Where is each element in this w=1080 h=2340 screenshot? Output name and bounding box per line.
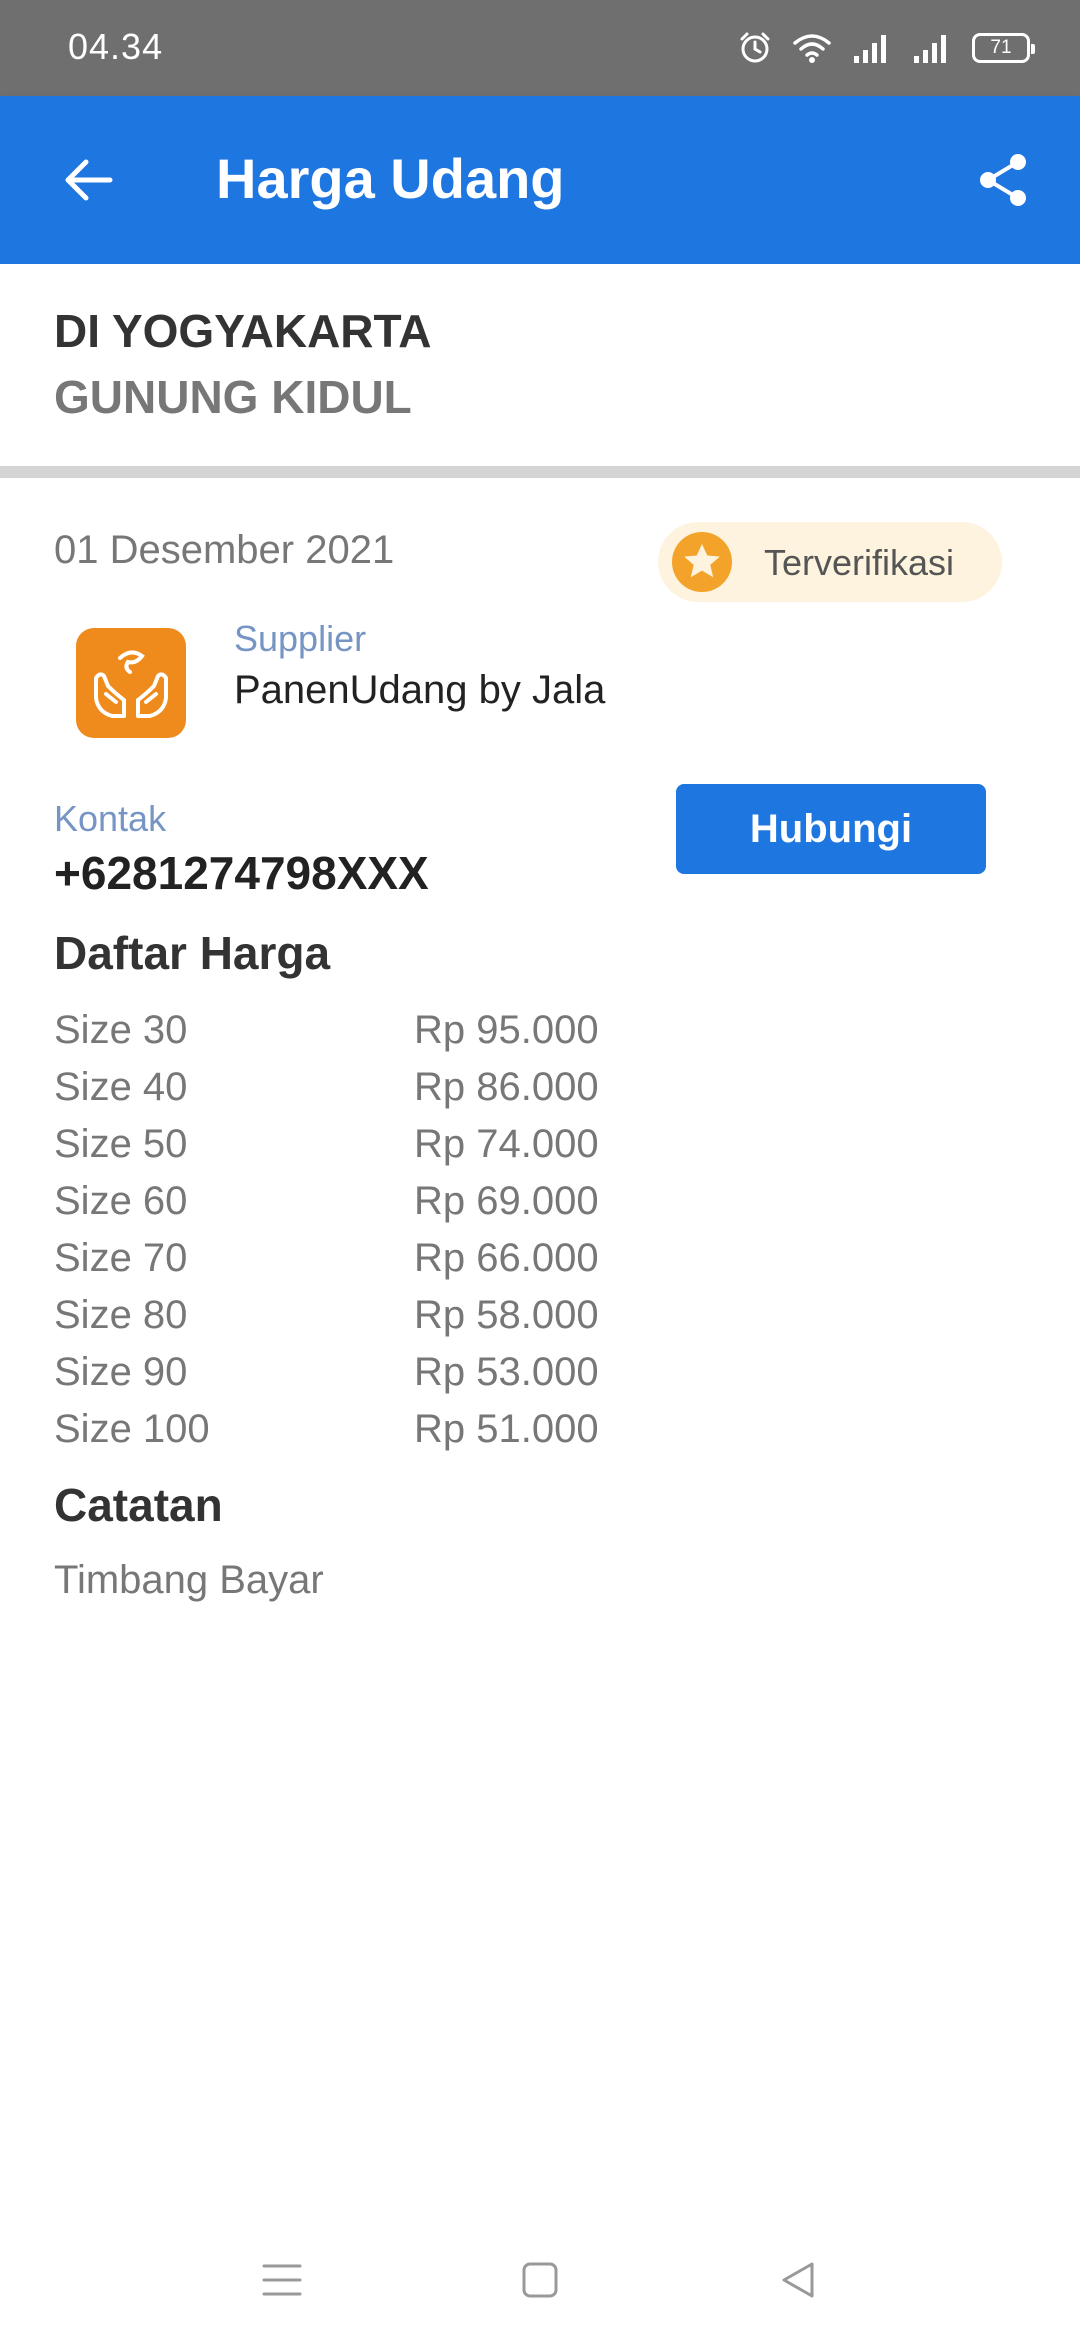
- price-size: Size 30: [54, 1008, 188, 1052]
- price-date: 01 Desember 2021: [54, 528, 395, 572]
- status-bar: 04.34 71: [0, 0, 1080, 96]
- price-row: Size 100 Rp 51.000: [54, 1401, 754, 1458]
- price-list: Size 30 Rp 95.000 Size 40 Rp 86.000 Size…: [54, 1002, 754, 1458]
- notes-title: Catatan: [54, 1479, 223, 1531]
- price-row: Size 90 Rp 53.000: [54, 1344, 754, 1401]
- price-size: Size 90: [54, 1350, 188, 1394]
- price-value: Rp 74.000: [414, 1122, 599, 1166]
- price-size: Size 80: [54, 1293, 188, 1337]
- price-value: Rp 69.000: [414, 1179, 599, 1223]
- recent-apps-button[interactable]: [242, 2250, 322, 2310]
- share-button[interactable]: [964, 140, 1044, 220]
- section-divider: [0, 466, 1080, 478]
- system-nav-bar: [0, 2220, 1080, 2340]
- verified-badge: Terverifikasi: [658, 522, 1002, 602]
- star-icon: [672, 532, 732, 592]
- price-row: Size 80 Rp 58.000: [54, 1287, 754, 1344]
- price-list-title: Daftar Harga: [54, 927, 331, 979]
- app-bar: Harga Udang: [0, 96, 1080, 264]
- back-triangle-icon: [782, 2262, 814, 2298]
- price-value: Rp 51.000: [414, 1407, 599, 1451]
- province-label: DI YOGYAKARTA: [54, 305, 432, 357]
- verified-label: Terverifikasi: [764, 542, 955, 583]
- arrow-left-icon: [65, 159, 113, 201]
- home-button[interactable]: [500, 2250, 580, 2310]
- price-size: Size 60: [54, 1179, 188, 1223]
- regency-label: GUNUNG KIDUL: [54, 371, 412, 423]
- price-size: Size 40: [54, 1065, 188, 1109]
- battery-icon: 71: [972, 33, 1035, 63]
- wifi-icon: [792, 32, 832, 64]
- price-row: Size 60 Rp 69.000: [54, 1173, 754, 1230]
- price-value: Rp 53.000: [414, 1350, 599, 1394]
- menu-icon: [262, 2264, 302, 2296]
- signal-icon: [852, 32, 892, 64]
- price-row: Size 70 Rp 66.000: [54, 1230, 754, 1287]
- price-value: Rp 95.000: [414, 1008, 599, 1052]
- notes-text: Timbang Bayar: [54, 1558, 324, 1602]
- price-row: Size 30 Rp 95.000: [54, 1002, 754, 1059]
- hands-shrimp-icon: [94, 650, 168, 718]
- price-value: Rp 66.000: [414, 1236, 599, 1280]
- price-row: Size 40 Rp 86.000: [54, 1059, 754, 1116]
- status-icons: 71: [738, 28, 1035, 68]
- price-size: Size 70: [54, 1236, 188, 1280]
- price-size: Size 100: [54, 1407, 210, 1451]
- contact-caption: Kontak: [54, 798, 167, 839]
- page-title: Harga Udang: [216, 147, 565, 210]
- back-button[interactable]: [48, 140, 128, 220]
- location-header: DI YOGYAKARTA GUNUNG KIDUL: [0, 264, 1080, 466]
- price-size: Size 50: [54, 1122, 188, 1166]
- battery-level: 71: [990, 37, 1012, 58]
- system-back-button[interactable]: [758, 2250, 838, 2310]
- home-square-icon: [522, 2262, 558, 2298]
- price-row: Size 50 Rp 74.000: [54, 1116, 754, 1173]
- alarm-icon: [738, 31, 772, 65]
- contact-button[interactable]: Hubungi: [676, 784, 986, 874]
- supplier-name: PanenUdang by Jala: [234, 668, 606, 712]
- contact-number: +6281274798XXX: [54, 847, 429, 899]
- price-value: Rp 86.000: [414, 1065, 599, 1109]
- share-icon: [980, 154, 1026, 206]
- supplier-caption: Supplier: [234, 618, 367, 659]
- status-time: 04.34: [68, 26, 164, 67]
- signal-icon: [912, 32, 952, 64]
- supplier-logo: [76, 628, 186, 738]
- price-value: Rp 58.000: [414, 1293, 599, 1337]
